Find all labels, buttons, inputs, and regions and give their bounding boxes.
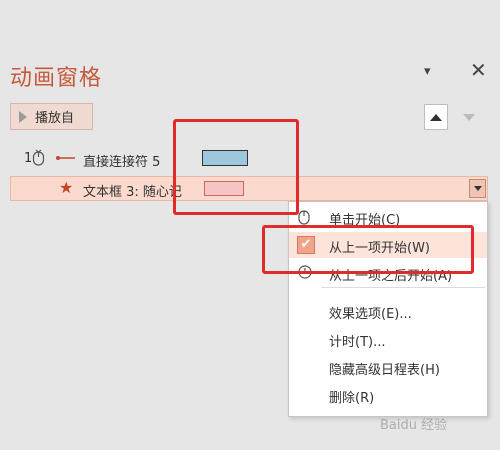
- chevron-down-icon: [473, 186, 482, 191]
- menu-item-timing[interactable]: 计时(T)...: [289, 326, 487, 352]
- arrow-down-icon: [463, 113, 475, 121]
- mouse-click-icon: [32, 149, 46, 171]
- star-icon: ★: [59, 178, 74, 197]
- move-down-button[interactable]: [457, 104, 481, 130]
- connector-line-icon: [55, 152, 77, 168]
- menu-item-label: 删除(R): [329, 391, 375, 406]
- menu-item-effect-options[interactable]: 效果选项(E)...: [289, 298, 487, 324]
- animation-dropdown-button[interactable]: [469, 179, 486, 198]
- watermark: Baidu 经验: [380, 418, 448, 433]
- menu-item-label: 效果选项(E)...: [329, 307, 412, 322]
- mouse-icon: [297, 208, 315, 226]
- animation-label: 文本框 3: 随心记: [83, 185, 182, 200]
- menu-item-delete[interactable]: 删除(R): [289, 382, 487, 408]
- pane-options-dropdown-icon[interactable]: ▾: [424, 64, 431, 79]
- menu-item-label: 计时(T)...: [329, 335, 386, 350]
- close-icon[interactable]: ✕: [470, 58, 487, 82]
- animation-pane: 动画窗格 ▾ ✕ 播放自 1 直接连接符 5 ★ 文本框 3: 随心记 单击开始…: [0, 0, 500, 450]
- play-icon: [19, 110, 27, 123]
- move-up-button[interactable]: [424, 104, 448, 130]
- arrow-up-icon: [430, 113, 442, 121]
- pane-title: 动画窗格: [10, 66, 103, 91]
- annotation-box-timeline: [173, 119, 299, 215]
- annotation-box-menu-item: [262, 225, 474, 274]
- play-from-label: 播放自: [35, 111, 75, 126]
- play-from-button[interactable]: 播放自: [10, 103, 93, 130]
- menu-item-hide-timeline[interactable]: 隐藏高级日程表(H): [289, 354, 487, 380]
- menu-item-label: 隐藏高级日程表(H): [329, 363, 440, 378]
- menu-separator: [321, 287, 485, 288]
- animation-label: 直接连接符 5: [83, 155, 161, 170]
